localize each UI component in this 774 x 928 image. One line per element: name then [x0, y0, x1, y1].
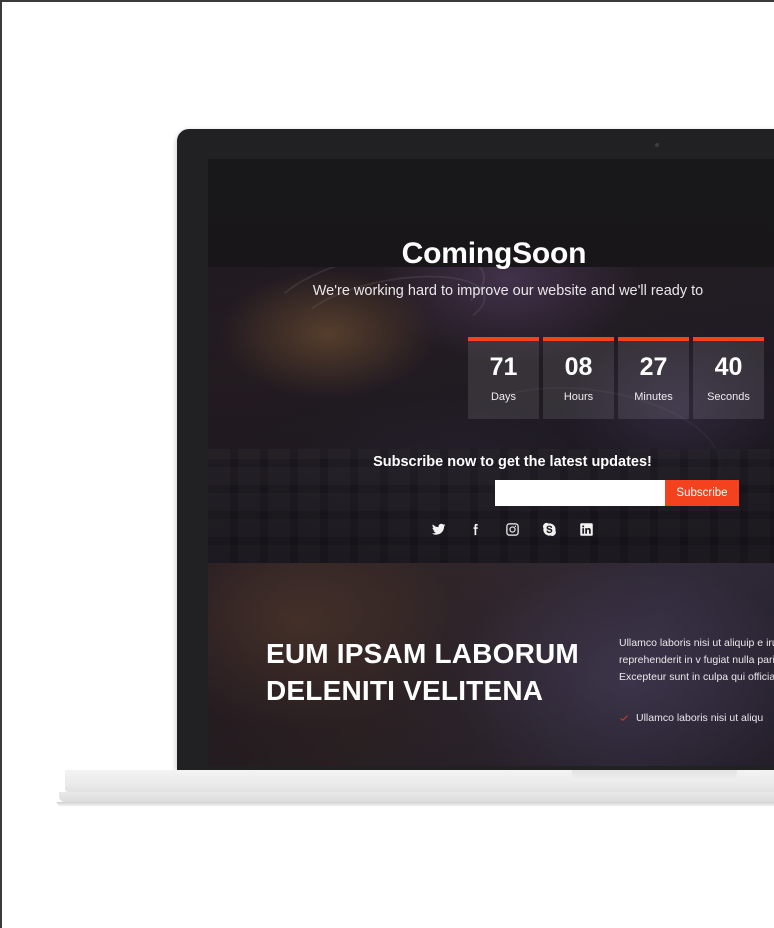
page-title: ComingSoon	[401, 237, 587, 270]
hero-subtitle: We're working hard to improve our websit…	[312, 283, 704, 299]
laptop-mockup: ComingSoon We're working hard to improve…	[57, 129, 774, 807]
laptop-base-shadow	[57, 802, 774, 807]
countdown-accent-bar	[693, 337, 764, 341]
laptop-base-lip	[59, 792, 774, 802]
subscribe-button[interactable]: Subscribe	[665, 480, 739, 506]
countdown-unit-seconds: 40 Seconds	[693, 337, 764, 419]
laptop-base	[65, 770, 774, 792]
countdown-unit-days: 71 Days	[468, 337, 539, 419]
countdown-unit-hours: 08 Hours	[543, 337, 614, 419]
laptop-base-notch	[572, 770, 737, 781]
email-input[interactable]	[495, 480, 665, 506]
content-paragraph: Ullamco laboris nisi ut aliquip e irure …	[619, 637, 774, 683]
countdown-label: Hours	[563, 391, 594, 403]
facebook-icon[interactable]	[468, 522, 483, 537]
laptop-screen: ComingSoon We're working hard to improve…	[208, 159, 774, 766]
countdown-label: Seconds	[707, 391, 750, 403]
webcam-dot	[655, 143, 659, 147]
list-item-label: Ullamco laboris nisi ut aliqu	[636, 712, 764, 724]
list-item: Ullamco laboris nisi ut aliqu	[619, 711, 774, 727]
page-canvas: ComingSoon We're working hard to improve…	[0, 0, 774, 928]
countdown-unit-minutes: 27 Minutes	[618, 337, 689, 419]
countdown-accent-bar	[618, 337, 689, 341]
content-heading: EUM IPSAM LABORUM DELENITI VELITENA	[266, 638, 579, 706]
hero-content: ComingSoon We're working hard to improve…	[208, 159, 774, 563]
countdown-accent-bar	[468, 337, 539, 341]
social-links	[208, 522, 774, 537]
skype-icon[interactable]	[542, 522, 557, 537]
countdown-value: 40	[714, 353, 743, 381]
feature-list: Ullamco laboris nisi ut aliqu	[619, 711, 774, 727]
countdown-timer: 71 Days 08 Hours 27 Minutes 40 Seconds	[468, 337, 764, 419]
linkedin-icon[interactable]	[579, 522, 594, 537]
countdown-value: 27	[639, 353, 668, 381]
subscribe-heading: Subscribe now to get the latest updates!	[373, 454, 652, 470]
twitter-icon[interactable]	[431, 522, 446, 537]
countdown-label: Days	[490, 391, 517, 403]
check-icon	[620, 715, 628, 721]
subscribe-form: Subscribe	[495, 480, 739, 506]
countdown-value: 71	[489, 353, 518, 381]
instagram-icon[interactable]	[505, 522, 520, 537]
content-section: EUM IPSAM LABORUM DELENITI VELITENA Ulla…	[208, 563, 774, 766]
countdown-accent-bar	[543, 337, 614, 341]
countdown-label: Minutes	[634, 391, 673, 403]
hero-section: ComingSoon We're working hard to improve…	[208, 159, 774, 563]
countdown-value: 08	[564, 353, 593, 381]
